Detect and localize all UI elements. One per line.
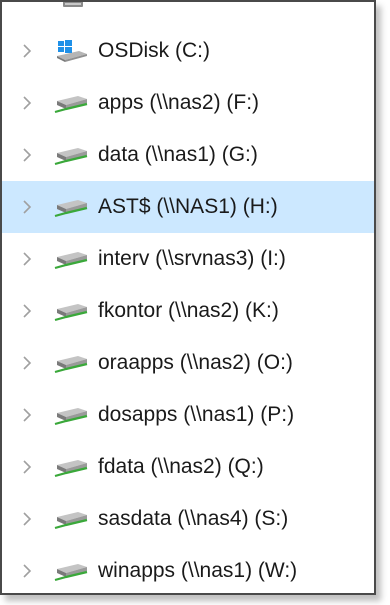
network-drive-icon	[54, 299, 88, 323]
tree-item-drive[interactable]: dosapps (\\nas1) (P:)	[2, 389, 374, 441]
tree-item-drive[interactable]: apps (\\nas2) (F:)	[2, 77, 374, 129]
tree-item-label: fdata (\\nas2) (Q:)	[98, 455, 264, 478]
tree-item-label: data (\\nas1) (G:)	[98, 143, 258, 166]
tree-item-drive[interactable]: fkontor (\\nas2) (K:)	[2, 285, 374, 337]
tree-item-drive[interactable]: fdata (\\nas2) (Q:)	[2, 441, 374, 493]
chevron-right-icon[interactable]	[22, 512, 32, 526]
chevron-right-icon[interactable]	[22, 96, 32, 110]
network-drive-icon	[54, 195, 88, 219]
network-drive-icon	[54, 91, 88, 115]
tree-item-label: fkontor (\\nas2) (K:)	[98, 299, 279, 322]
drive-tree: OSDisk (C:) apps (\\nas2) (F:) data (\\nas…	[2, 25, 374, 593]
network-drive-icon	[54, 143, 88, 167]
chevron-right-icon[interactable]	[22, 200, 32, 214]
tree-item-drive[interactable]: OSDisk (C:)	[2, 25, 374, 77]
tree-item-label: AST$ (\\NAS1) (H:)	[98, 195, 278, 218]
chevron-right-icon[interactable]	[22, 44, 32, 58]
network-drive-icon	[54, 351, 88, 375]
tree-item-drive[interactable]: AST$ (\\NAS1) (H:)	[2, 181, 374, 233]
chevron-right-icon[interactable]	[22, 564, 32, 578]
tree-item-label: apps (\\nas2) (F:)	[98, 91, 260, 114]
chevron-right-icon[interactable]	[22, 148, 32, 162]
tree-item-label: interv (\\srvnas3) (I:)	[98, 247, 286, 270]
tree-item-label: oraapps (\\nas2) (O:)	[98, 351, 293, 374]
tree-item-drive[interactable]: sasdata (\\nas4) (S:)	[2, 493, 374, 545]
partial-drive-icon	[63, 2, 83, 7]
tree-item-drive[interactable]: oraapps (\\nas2) (O:)	[2, 337, 374, 389]
chevron-right-icon[interactable]	[22, 460, 32, 474]
tree-item-drive[interactable]: data (\\nas1) (G:)	[2, 129, 374, 181]
tree-item-label: winapps (\\nas1) (W:)	[98, 559, 298, 582]
network-drive-icon	[54, 455, 88, 479]
tree-item-drive[interactable]: winapps (\\nas1) (W:)	[2, 545, 374, 593]
tree-item-label: OSDisk (C:)	[98, 39, 210, 62]
network-drive-icon	[54, 559, 88, 583]
tree-item-drive[interactable]: interv (\\srvnas3) (I:)	[2, 233, 374, 285]
chevron-right-icon[interactable]	[22, 408, 32, 422]
windows-drive-icon	[54, 39, 88, 63]
network-drive-icon	[54, 507, 88, 531]
network-drive-icon	[54, 403, 88, 427]
tree-item-label: dosapps (\\nas1) (P:)	[98, 403, 295, 426]
network-drive-icon	[54, 247, 88, 271]
navigation-pane: OSDisk (C:) apps (\\nas2) (F:) data (\\nas…	[0, 0, 376, 595]
chevron-right-icon[interactable]	[22, 356, 32, 370]
tree-item-label: sasdata (\\nas4) (S:)	[98, 507, 289, 530]
chevron-right-icon[interactable]	[22, 304, 32, 318]
chevron-right-icon[interactable]	[22, 252, 32, 266]
